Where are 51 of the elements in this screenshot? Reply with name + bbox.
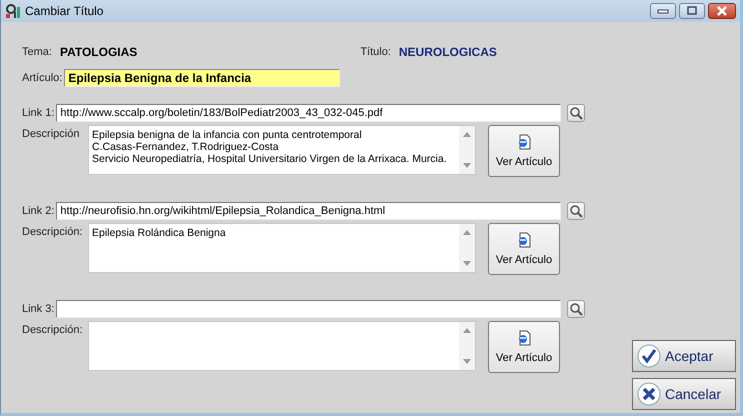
description-field[interactable]: Epilepsia benigna de la infancia con punta centrotemporal C.Casas-Fernandez, T.Rodriguez-Costa Servicio Neuropediatría, Hospital Universitario Virgen de la Arrixaca. Murcia. bbox=[88, 125, 476, 175]
document-icon bbox=[517, 232, 531, 248]
accept-button[interactable]: Aceptar bbox=[632, 340, 736, 372]
titulo-label: Título: bbox=[360, 46, 391, 58]
description-field[interactable]: Epilepsia Rolándica Benigna bbox=[88, 223, 476, 273]
tema-label: Tema: bbox=[22, 46, 52, 58]
search-button[interactable] bbox=[567, 300, 586, 318]
scroll-up-icon[interactable] bbox=[463, 328, 471, 333]
search-icon bbox=[569, 106, 584, 120]
articulo-field[interactable]: Epilepsia Benigna de la Infancia bbox=[64, 69, 340, 87]
minimize-icon bbox=[657, 8, 669, 14]
checkmark-icon bbox=[637, 344, 661, 368]
maximize-button[interactable] bbox=[679, 3, 705, 19]
document-icon bbox=[517, 134, 531, 150]
link-label: Link 2: bbox=[22, 205, 54, 217]
url-field[interactable] bbox=[56, 300, 562, 318]
minimize-button[interactable] bbox=[650, 3, 676, 19]
window-title: Cambiar Título bbox=[25, 4, 104, 18]
close-icon bbox=[716, 6, 728, 16]
scrollbar[interactable] bbox=[459, 126, 475, 174]
scroll-up-icon[interactable] bbox=[463, 132, 471, 137]
view-article-button[interactable]: Ver Artículo bbox=[488, 125, 560, 177]
document-icon bbox=[517, 330, 531, 346]
close-button[interactable] bbox=[708, 3, 736, 19]
view-article-button[interactable]: Ver Artículo bbox=[488, 321, 560, 373]
scroll-down-icon[interactable] bbox=[463, 163, 471, 168]
description-field[interactable] bbox=[88, 321, 476, 371]
cancel-button[interactable]: Cancelar bbox=[632, 378, 736, 410]
description-label: Descripción: bbox=[22, 225, 84, 240]
url-field[interactable]: http://www.sccalp.org/boletin/183/BolPediatr2003_43_032-045.pdf bbox=[56, 104, 562, 122]
scrollbar[interactable] bbox=[459, 224, 475, 272]
search-icon bbox=[569, 204, 584, 218]
description-label: Descripción: bbox=[22, 323, 84, 338]
description-label: Descripción bbox=[22, 127, 80, 142]
search-button[interactable] bbox=[567, 104, 586, 122]
maximize-icon bbox=[686, 6, 698, 16]
search-button[interactable] bbox=[567, 202, 586, 220]
x-icon bbox=[637, 382, 661, 406]
search-icon bbox=[569, 302, 584, 316]
app-icon bbox=[5, 3, 21, 19]
tema-value: PATOLOGIAS bbox=[60, 45, 138, 59]
scroll-down-icon[interactable] bbox=[463, 261, 471, 266]
link-label: Link 1: bbox=[22, 107, 54, 119]
scroll-down-icon[interactable] bbox=[463, 359, 471, 364]
scroll-up-icon[interactable] bbox=[463, 230, 471, 235]
url-field[interactable]: http://neurofisio.hn.org/wikihtml/Epilepsia_Rolandica_Benigna.html bbox=[56, 202, 562, 220]
articulo-label: Artículo: bbox=[22, 72, 62, 84]
scrollbar[interactable] bbox=[459, 322, 475, 370]
titulo-value: NEUROLOGICAS bbox=[398, 45, 497, 59]
link-label: Link 3: bbox=[22, 303, 54, 315]
view-article-button[interactable]: Ver Artículo bbox=[488, 223, 560, 275]
